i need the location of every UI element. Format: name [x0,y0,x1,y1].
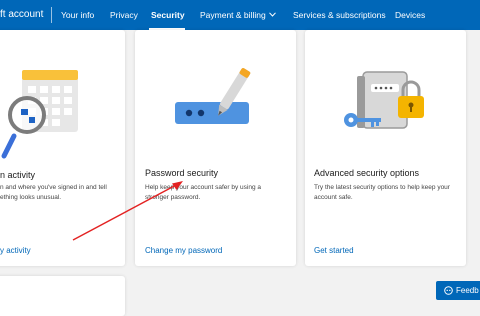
card-password-security: Password security Help keep your account… [135,30,296,266]
calendar-magnifier-icon [1,70,78,159]
card-title-password-security: Password security [145,168,219,178]
nav-item-services-subscriptions[interactable]: Services & subscriptions [293,10,386,20]
feedback-icon [444,286,453,295]
card-description-password-security: Help keep your account safer by using a … [145,184,261,201]
chevron-down-icon [268,12,276,17]
nav-item-payment-billing-label: Payment & billing [200,10,266,20]
feedback-label: Feedb [456,286,479,295]
top-nav: ft account Your info Privacy Security Pa… [0,0,480,30]
nav-item-devices[interactable]: Devices [395,10,425,20]
card-sign-in-activity: n activity n and where you've signed in … [0,30,125,266]
feedback-button[interactable]: Feedb [436,281,480,300]
nav-item-your-info[interactable]: Your info [61,10,94,20]
card-description-advanced-security: Try the latest security options to help … [314,184,450,201]
get-started-link[interactable]: Get started [314,246,354,255]
nav-item-payment-billing[interactable]: Payment & billing [200,10,276,20]
nav-item-security[interactable]: Security [151,10,185,20]
brand-title[interactable]: ft account [0,9,43,20]
password-field-pen-icon [175,68,251,124]
card-partial [0,276,125,316]
key-padlock-icon [344,71,424,129]
change-password-link[interactable]: Change my password [145,246,222,255]
view-activity-link[interactable]: y activity [0,246,31,255]
card-advanced-security: Advanced security options Try the latest… [305,30,466,266]
nav-divider [51,7,52,23]
card-title-activity: n activity [0,170,36,180]
nav-item-privacy[interactable]: Privacy [110,10,138,20]
card-title-advanced-security: Advanced security options [314,168,420,178]
card-description-activity: n and where you've signed in and tell et… [0,184,107,201]
